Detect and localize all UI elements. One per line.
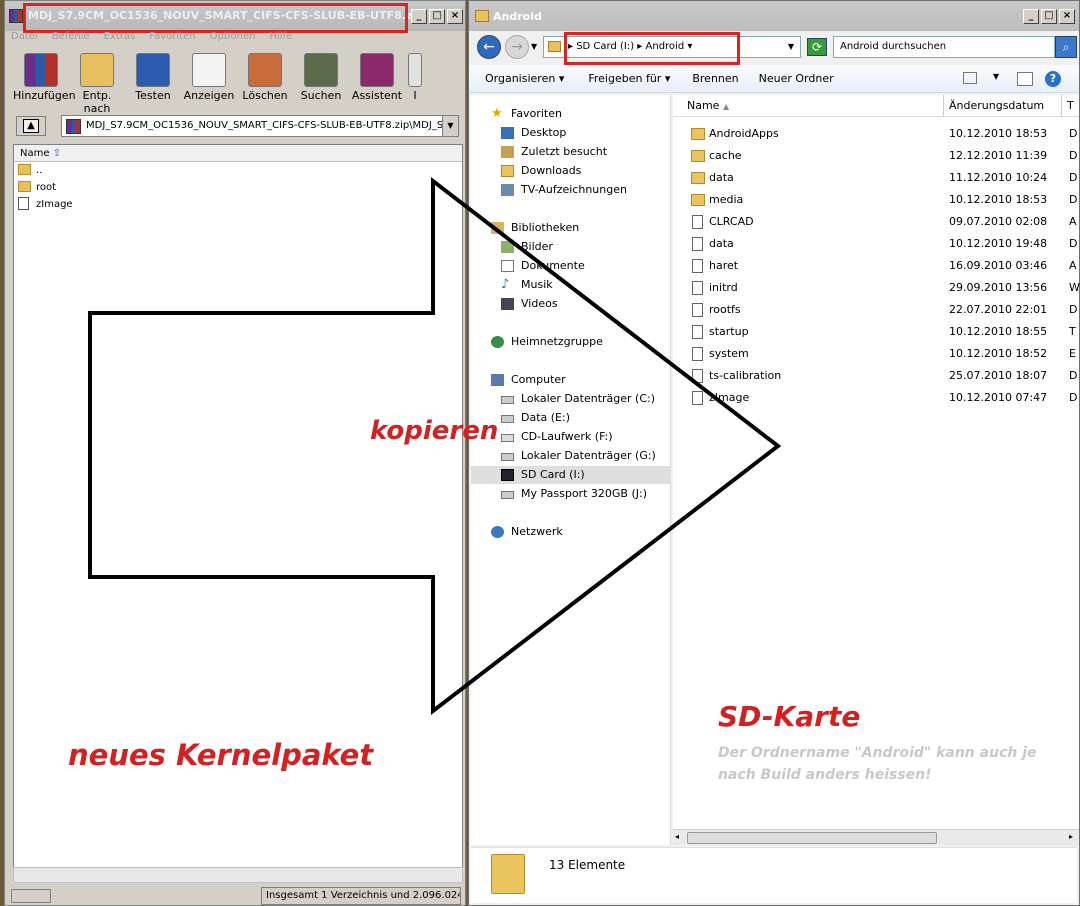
annotation-folder-note: Der Ordnername "Android" kann auch je na…: [718, 745, 1037, 783]
desktop: MDJ_S7.9CM_OC1536_NOUV_SMART_CIFS-CFS-SL…: [0, 0, 1080, 906]
annotation-sd-card: SD-Karte: [718, 700, 861, 733]
annotation-new-kernel: neues Kernelpaket: [68, 738, 374, 772]
copy-arrow-shape: [88, 176, 782, 716]
annotation-copy: kopieren: [370, 416, 499, 446]
